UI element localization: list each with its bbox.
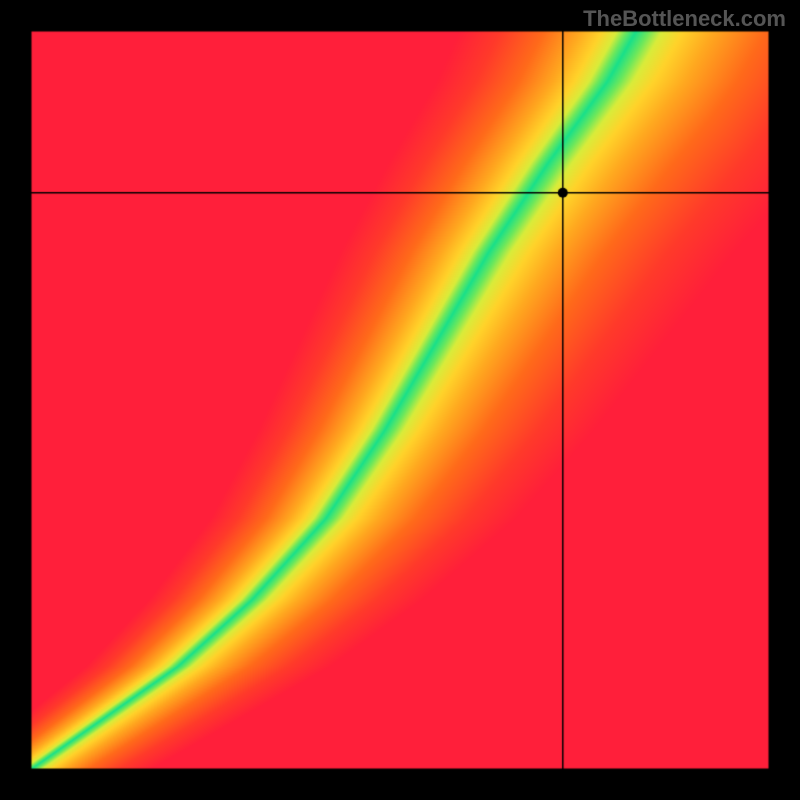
heatmap-canvas	[30, 30, 770, 770]
watermark-text: TheBottleneck.com	[583, 6, 786, 32]
heatmap-plot	[30, 30, 770, 770]
chart-container: TheBottleneck.com	[0, 0, 800, 800]
